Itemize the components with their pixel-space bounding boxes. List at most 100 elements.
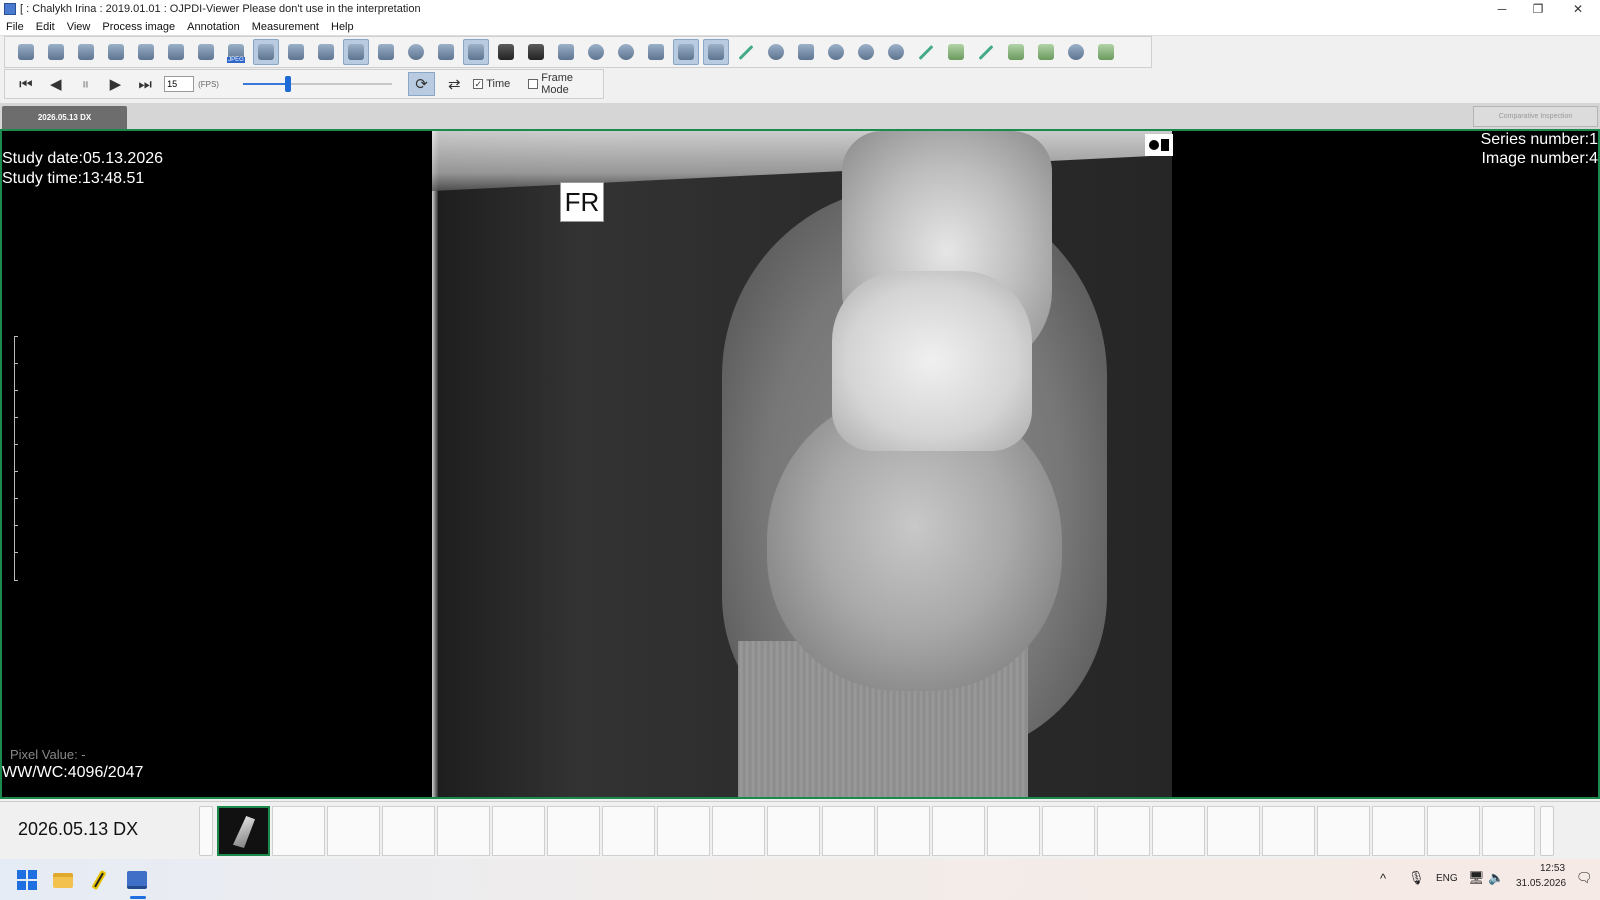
user-icon[interactable]	[73, 39, 99, 65]
grid-layout-icon[interactable]	[253, 39, 279, 65]
time-checkbox-box[interactable]: ✓	[473, 79, 484, 89]
thumbnail-slot[interactable]	[1152, 806, 1205, 856]
menu-view[interactable]: View	[61, 21, 97, 33]
thumbnail-slot[interactable]	[1482, 806, 1535, 856]
hand-select-icon[interactable]	[463, 39, 489, 65]
thumbnail-slot[interactable]	[327, 806, 380, 856]
skull-icon[interactable]	[823, 39, 849, 65]
thumbnail-slot[interactable]	[822, 806, 875, 856]
restore-button[interactable]: ❐	[1520, 0, 1556, 18]
head-icon[interactable]	[853, 39, 879, 65]
last-frame-button[interactable]: ⏭	[134, 73, 156, 95]
thumbnail-active[interactable]	[217, 806, 270, 856]
angle-icon[interactable]	[1003, 39, 1029, 65]
info-icon[interactable]	[403, 39, 429, 65]
tray-chevron-icon[interactable]: ^	[1380, 871, 1386, 886]
thumbnail-slot[interactable]	[767, 806, 820, 856]
loop-button[interactable]: ⟳	[407, 72, 436, 96]
language-indicator[interactable]: ENG	[1436, 873, 1458, 884]
microphone-icon[interactable]: 🎙	[1408, 870, 1425, 886]
frame-mode-checkbox-box[interactable]	[528, 79, 539, 89]
rectangle-icon[interactable]	[1033, 39, 1059, 65]
comparative-inspection-button[interactable]: Comparative Inspection	[1473, 106, 1598, 127]
invert-icon[interactable]	[523, 39, 549, 65]
thumbnail-slot[interactable]	[877, 806, 930, 856]
close-button[interactable]: ✕	[1560, 0, 1596, 18]
thumbnail-slot[interactable]	[272, 806, 325, 856]
open-icon[interactable]	[13, 39, 39, 65]
first-frame-button[interactable]: ⏮	[15, 73, 37, 95]
pause-button[interactable]: ⏸	[75, 73, 97, 95]
strip-scroll-left[interactable]	[199, 806, 213, 856]
menu-annotation[interactable]: Annotation	[181, 21, 246, 33]
thumbnail-slot[interactable]	[382, 806, 435, 856]
magnify-px-icon[interactable]	[763, 39, 789, 65]
start-icon[interactable]	[14, 867, 40, 893]
compare-alt-icon[interactable]	[703, 39, 729, 65]
menu-measurement[interactable]: Measurement	[246, 21, 325, 33]
menu-file[interactable]: File	[0, 21, 30, 33]
zoom-icon[interactable]	[583, 39, 609, 65]
notification-icon[interactable]: 🗨	[1576, 870, 1593, 886]
volume-icon[interactable]: 🔈	[1488, 870, 1504, 886]
print-icon[interactable]	[373, 39, 399, 65]
menu-edit[interactable]: Edit	[30, 21, 61, 33]
strip-scroll-right[interactable]	[1540, 806, 1554, 856]
fps-slider[interactable]	[242, 74, 392, 94]
stack-icon[interactable]	[133, 39, 159, 65]
user-share-icon[interactable]	[103, 39, 129, 65]
network-icon[interactable]: 🖥	[1468, 870, 1485, 886]
clock-date[interactable]: 31.05.2026	[1516, 878, 1566, 889]
tab-study[interactable]: 2026.05.13 DX	[2, 106, 127, 129]
slider-thumb[interactable]	[284, 76, 291, 92]
thumbnail-slot[interactable]	[1207, 806, 1260, 856]
ellipse-icon[interactable]	[1063, 39, 1089, 65]
ruler-icon[interactable]	[733, 39, 759, 65]
polygon-icon[interactable]	[1093, 39, 1119, 65]
jpeg-export-icon[interactable]: JPEG	[223, 39, 249, 65]
thumbnail-slot[interactable]	[602, 806, 655, 856]
time-checkbox[interactable]: ✓ Time	[473, 78, 510, 90]
copy-icon[interactable]	[283, 39, 309, 65]
thumbnail-slot[interactable]	[547, 806, 600, 856]
thumbnail-slot[interactable]	[1317, 806, 1370, 856]
viewer-app-icon[interactable]	[124, 867, 150, 893]
pen-app-icon[interactable]	[86, 867, 112, 893]
thumbnail-slot[interactable]	[1262, 806, 1315, 856]
line-icon[interactable]	[913, 39, 939, 65]
menu-help[interactable]: Help	[325, 21, 360, 33]
clock-time[interactable]: 12:53	[1540, 863, 1565, 874]
thumbnail-slot[interactable]	[1372, 806, 1425, 856]
grid-icon[interactable]	[313, 39, 339, 65]
play-button[interactable]: ▶	[104, 73, 126, 95]
heart-icon[interactable]	[883, 39, 909, 65]
minimize-button[interactable]: ─	[1484, 0, 1520, 18]
fps-input[interactable]	[164, 76, 195, 92]
thumbnail-slot[interactable]	[1427, 806, 1480, 856]
image-viewport[interactable]: FR Study date:05.13.2026 Study time:13:4…	[0, 129, 1600, 799]
compare-icon[interactable]	[673, 39, 699, 65]
thumbnail-slot[interactable]	[1042, 806, 1095, 856]
thumbnail-slot[interactable]	[492, 806, 545, 856]
window-level-icon[interactable]	[493, 39, 519, 65]
document-icon[interactable]	[193, 39, 219, 65]
previous-frame-button[interactable]: ◀	[45, 73, 67, 95]
thumbnail-slot[interactable]	[1097, 806, 1150, 856]
thumbnail-slot[interactable]	[712, 806, 765, 856]
crop-icon[interactable]	[643, 39, 669, 65]
thumbnail-slot[interactable]	[437, 806, 490, 856]
rotate-icon[interactable]	[613, 39, 639, 65]
pan-icon[interactable]	[553, 39, 579, 65]
text-annotation-icon[interactable]	[943, 39, 969, 65]
patient-icon[interactable]	[343, 39, 369, 65]
swap-direction-button[interactable]: ⇄	[443, 73, 465, 95]
edit-icon[interactable]	[433, 39, 459, 65]
stack-alt-icon[interactable]	[163, 39, 189, 65]
menu-process-image[interactable]: Process image	[96, 21, 181, 33]
thumbnail-slot[interactable]	[987, 806, 1040, 856]
link-icon[interactable]	[43, 39, 69, 65]
file-explorer-icon[interactable]	[50, 867, 76, 893]
thumbnail-slot[interactable]	[657, 806, 710, 856]
thumbnail-slot[interactable]	[932, 806, 985, 856]
pencil-icon[interactable]	[973, 39, 999, 65]
